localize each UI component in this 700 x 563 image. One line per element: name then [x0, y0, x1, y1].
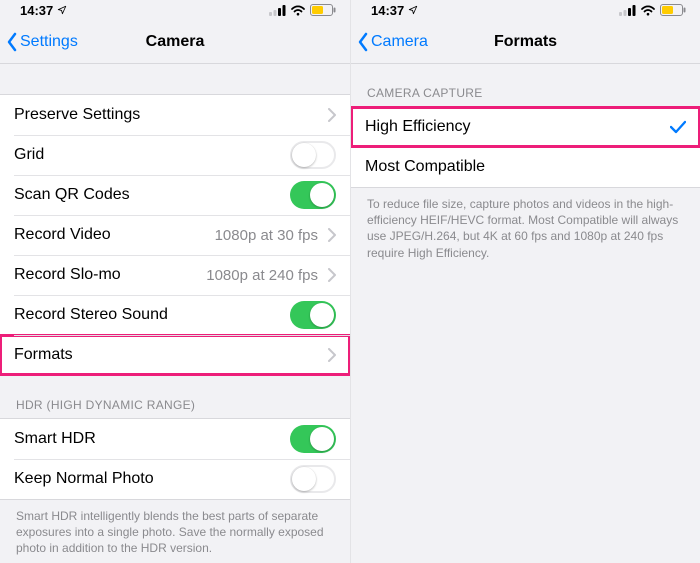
row-label: Record Video — [14, 226, 111, 244]
status-time: 14:37 — [371, 3, 404, 18]
status-bar: 14:37 — [351, 0, 700, 20]
row-high-efficiency[interactable]: High Efficiency — [351, 107, 700, 147]
row-most-compatible[interactable]: Most Compatible — [351, 147, 700, 187]
row-label: Formats — [14, 346, 73, 364]
status-time: 14:37 — [20, 3, 53, 18]
section-header-hdr: HDR (HIGH DYNAMIC RANGE) — [0, 376, 350, 418]
chevron-right-icon — [328, 268, 336, 282]
chevron-right-icon — [328, 348, 336, 362]
checkmark-icon — [670, 120, 686, 134]
row-label: Smart HDR — [14, 430, 96, 448]
chevron-right-icon — [328, 108, 336, 122]
screen-formats: 14:37 — [350, 0, 700, 563]
section-header-capture: CAMERA CAPTURE — [351, 64, 700, 106]
row-formats[interactable]: Formats — [0, 335, 350, 375]
nav-bar: Camera Formats — [351, 20, 700, 64]
nav-bar: Settings Camera — [0, 20, 350, 64]
toggle-grid[interactable] — [290, 141, 336, 169]
toggle-keep-normal[interactable] — [290, 465, 336, 493]
row-label: Scan QR Codes — [14, 186, 130, 204]
toggle-smart-hdr[interactable] — [290, 425, 336, 453]
status-bar: 14:37 — [0, 0, 350, 20]
row-detail: 1080p at 240 fps — [206, 267, 318, 284]
row-preserve-settings[interactable]: Preserve Settings — [0, 95, 350, 135]
row-label: Keep Normal Photo — [14, 470, 154, 488]
wifi-icon — [640, 5, 656, 16]
page-title: Camera — [0, 33, 350, 51]
toggle-stereo-sound[interactable] — [290, 301, 336, 329]
row-label: High Efficiency — [365, 118, 471, 136]
row-label: Grid — [14, 146, 44, 164]
row-record-video[interactable]: Record Video 1080p at 30 fps — [0, 215, 350, 255]
row-grid: Grid — [0, 135, 350, 175]
toggle-scan-qr[interactable] — [290, 181, 336, 209]
cellular-icon — [269, 5, 286, 16]
group-hdr: Smart HDR Keep Normal Photo — [0, 418, 350, 500]
section-footer-capture: To reduce file size, capture photos and … — [351, 188, 700, 275]
battery-icon — [660, 4, 686, 16]
location-icon — [408, 5, 418, 15]
wifi-icon — [290, 5, 306, 16]
section-footer-hdr: Smart HDR intelligently blends the best … — [0, 500, 350, 563]
row-label: Record Slo-mo — [14, 266, 121, 284]
row-label: Record Stereo Sound — [14, 306, 168, 324]
row-keep-normal-photo: Keep Normal Photo — [0, 459, 350, 499]
chevron-right-icon — [328, 228, 336, 242]
row-detail: 1080p at 30 fps — [215, 227, 318, 244]
group-capture: High Efficiency Most Compatible — [351, 106, 700, 188]
row-label: Most Compatible — [365, 158, 485, 176]
page-title: Formats — [351, 33, 700, 51]
row-scan-qr: Scan QR Codes — [0, 175, 350, 215]
row-smart-hdr: Smart HDR — [0, 419, 350, 459]
row-stereo-sound: Record Stereo Sound — [0, 295, 350, 335]
screen-camera-settings: 14:37 — [0, 0, 350, 563]
group-camera-main: Preserve Settings Grid Scan QR Codes Rec… — [0, 94, 350, 376]
battery-icon — [310, 4, 336, 16]
row-record-slomo[interactable]: Record Slo-mo 1080p at 240 fps — [0, 255, 350, 295]
cellular-icon — [619, 5, 636, 16]
row-label: Preserve Settings — [14, 106, 140, 124]
location-icon — [57, 5, 67, 15]
